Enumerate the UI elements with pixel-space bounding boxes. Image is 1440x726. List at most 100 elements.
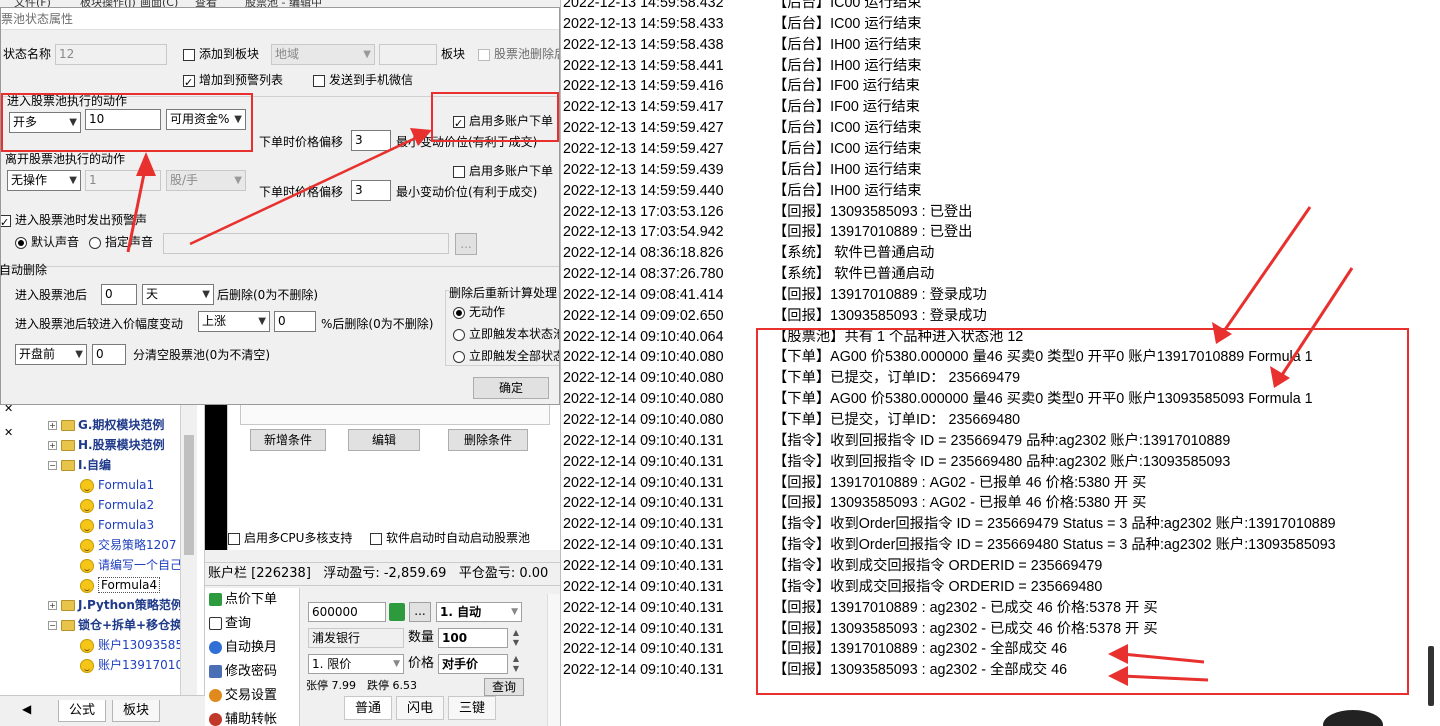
tab-three-key[interactable]: 三键 bbox=[448, 696, 496, 720]
recalc-none-radio[interactable]: 无动作 bbox=[453, 302, 505, 322]
tree-item-row[interactable]: Formula2 bbox=[80, 495, 154, 515]
log-timestamp: 2022-12-14 09:10:40.064 bbox=[563, 328, 724, 345]
radio-icon[interactable] bbox=[89, 236, 101, 249]
tree-folder-row[interactable]: − 锁仓+拆单+移仓换 bbox=[48, 615, 182, 635]
side-item-transfer[interactable]: 辅助转帐 bbox=[209, 708, 277, 726]
block-name-input[interactable] bbox=[379, 44, 437, 65]
multi-cpu-checkbox[interactable]: 启用多CPU多核支持 bbox=[228, 529, 352, 546]
exit-amount-input[interactable]: 1 bbox=[85, 170, 161, 191]
price-spinner[interactable]: ▲ ▼ bbox=[509, 654, 523, 674]
checkbox-icon[interactable] bbox=[453, 165, 465, 178]
checkbox-icon[interactable] bbox=[183, 48, 195, 61]
tree-item-row-selected[interactable]: Formula4 bbox=[80, 575, 161, 595]
tree-folder-row[interactable]: + H.股票模块范例 bbox=[48, 435, 165, 455]
auto-start-checkbox[interactable]: 软件启动时自动启动股票池 bbox=[370, 529, 530, 546]
tree-item-row[interactable]: 交易策略1207 bbox=[80, 535, 177, 555]
qty-spinner[interactable]: ▲ ▼ bbox=[509, 628, 523, 648]
price-input[interactable]: 对手价 bbox=[438, 654, 508, 674]
side-item-change-password[interactable]: 修改密码 bbox=[209, 660, 277, 684]
checkbox-icon[interactable] bbox=[228, 532, 240, 545]
price-type-value: 1. 限价 bbox=[312, 657, 352, 671]
tree-item-row[interactable]: Formula1 bbox=[80, 475, 154, 495]
tree-close-x-2[interactable]: ✕ bbox=[4, 423, 13, 443]
mode-select[interactable]: 1. 自动 ▼ bbox=[436, 602, 522, 622]
expand-icon[interactable]: + bbox=[48, 441, 57, 450]
side-item-trade-settings[interactable]: 交易设置 bbox=[209, 684, 277, 708]
tree-item-row[interactable]: 请编写一个自己 bbox=[80, 555, 182, 575]
tab-normal[interactable]: 普通 bbox=[344, 696, 392, 720]
tree-scrollbar-thumb[interactable] bbox=[184, 435, 194, 555]
tab-block[interactable]: 板块 bbox=[112, 700, 161, 722]
exit-action-select[interactable]: 无操作 ▼ bbox=[7, 170, 81, 191]
log-scrollbar-thumb[interactable] bbox=[1428, 646, 1434, 706]
tree-item-label: Formula4 bbox=[98, 577, 161, 593]
add-warning-checkbox[interactable]: 增加到预警列表 bbox=[183, 70, 283, 93]
radio-icon[interactable] bbox=[453, 350, 465, 363]
checkbox-checked-icon[interactable] bbox=[183, 73, 195, 93]
browse-code-button[interactable]: ... bbox=[409, 602, 431, 622]
order-icon bbox=[209, 593, 222, 606]
price-type-select[interactable]: 1. 限价 ▼ bbox=[308, 654, 404, 674]
checkbox-icon[interactable] bbox=[478, 48, 490, 61]
sound-path-input[interactable] bbox=[163, 233, 449, 254]
qty-input[interactable]: 100 bbox=[438, 628, 508, 648]
enter-offset-input[interactable]: 3 bbox=[351, 130, 391, 151]
lock-icon[interactable] bbox=[389, 603, 405, 621]
add-condition-button[interactable]: 新增条件 bbox=[250, 429, 326, 451]
tree-folder-row[interactable]: + G.期权模块范例 bbox=[48, 415, 164, 435]
log-message: 【系统】 软件已普通启动 bbox=[773, 266, 935, 283]
add-to-block-checkbox[interactable]: 添加到板块 bbox=[183, 44, 259, 64]
edit-condition-button[interactable]: 编辑 bbox=[348, 429, 420, 451]
tree-item-row[interactable]: Formula3 bbox=[80, 515, 154, 535]
tree-close-x[interactable]: ✕ bbox=[4, 405, 13, 419]
radio-icon[interactable] bbox=[453, 328, 465, 341]
exit-offset-input[interactable]: 3 bbox=[351, 180, 391, 201]
query-button[interactable]: 查询 bbox=[484, 678, 524, 696]
tree-folder-row[interactable]: + J.Python策略范例 bbox=[48, 595, 183, 615]
custom-sound-radio[interactable]: 指定声音 bbox=[89, 232, 153, 252]
tree-item-row[interactable]: 账户13093585 bbox=[80, 635, 183, 655]
browse-sound-button[interactable]: ... bbox=[455, 233, 477, 255]
checkbox-checked-icon[interactable] bbox=[1, 213, 11, 233]
side-item-auto-roll[interactable]: 自动换月 bbox=[209, 636, 277, 660]
tree-item-row[interactable]: 账户13917010 bbox=[80, 655, 183, 675]
delete-after-days-input[interactable]: 0 bbox=[101, 284, 137, 305]
status-name-input[interactable]: 12 bbox=[55, 44, 167, 65]
exit-multi-account-checkbox[interactable]: 启用多账户下单 bbox=[453, 161, 553, 181]
tree-scrollbar[interactable] bbox=[180, 405, 197, 695]
log-scrollbar[interactable] bbox=[1424, 646, 1438, 706]
clear-minutes-input[interactable]: 0 bbox=[92, 344, 126, 365]
checkbox-icon[interactable] bbox=[313, 74, 325, 87]
radio-selected-icon[interactable] bbox=[15, 236, 27, 249]
side-item-click-order[interactable]: 点价下单 bbox=[209, 588, 277, 612]
change-direction-select[interactable]: 上涨 ▼ bbox=[198, 311, 270, 332]
tree-item-label: 账户13917010 bbox=[98, 658, 184, 672]
side-item-query[interactable]: 查询 bbox=[209, 612, 251, 636]
delete-condition-button[interactable]: 删除条件 bbox=[448, 429, 528, 451]
radio-selected-icon[interactable] bbox=[453, 306, 465, 319]
recalc-all-radio[interactable]: 立即触发全部状态池 bbox=[453, 346, 559, 366]
send-wechat-checkbox[interactable]: 发送到手机微信 bbox=[313, 70, 413, 90]
delete-days-unit-select[interactable]: 天 ▼ bbox=[142, 284, 214, 305]
recalc-this-radio[interactable]: 立即触发本状态池 bbox=[453, 324, 559, 344]
expand-icon[interactable]: + bbox=[48, 601, 57, 610]
checkbox-icon[interactable] bbox=[370, 532, 382, 545]
tab-formula[interactable]: 公式 bbox=[58, 700, 107, 722]
tab-scroll-left-icon[interactable]: ◀ bbox=[22, 702, 31, 716]
collapse-icon[interactable]: − bbox=[48, 621, 57, 630]
exit-unit-select[interactable]: 股/手 ▼ bbox=[166, 170, 246, 191]
log-message: 【后台】IC00 运行结束 bbox=[773, 15, 922, 32]
log-message: 【后台】IH00 运行结束 bbox=[773, 182, 922, 199]
region-select[interactable]: 地域 ▼ bbox=[271, 44, 375, 65]
tab-flash[interactable]: 闪电 bbox=[396, 696, 444, 720]
stockpool-delete-checkbox[interactable]: 股票池删除后 bbox=[478, 44, 559, 64]
default-sound-radio[interactable]: 默认声音 bbox=[15, 232, 79, 252]
clear-time-select[interactable]: 开盘前 ▼ bbox=[15, 344, 87, 365]
change-percent-input[interactable]: 0 bbox=[274, 311, 316, 332]
expand-icon[interactable]: + bbox=[48, 421, 57, 430]
ok-button[interactable]: 确定 bbox=[473, 377, 549, 399]
warn-sound-checkbox[interactable]: 进入股票池时发出预警声 bbox=[1, 210, 147, 233]
collapse-icon[interactable]: − bbox=[48, 461, 57, 470]
tree-folder-row[interactable]: − I.自编 bbox=[48, 455, 111, 475]
stock-code-input[interactable]: 600000 bbox=[308, 602, 386, 622]
